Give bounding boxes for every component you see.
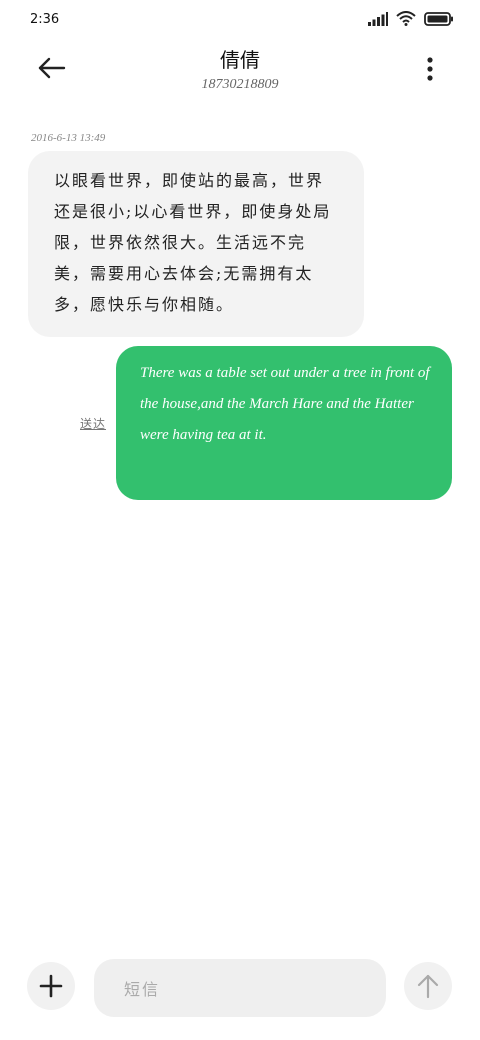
- outgoing-message-text: There was a table set out under a tree i…: [140, 365, 430, 443]
- plus-icon: [39, 974, 63, 998]
- incoming-message-text: 以眼看世界，即使站的最高，世界还是很小;以心看世界，即使身处局限，世界依然很大。…: [54, 171, 332, 314]
- back-button[interactable]: [36, 52, 68, 84]
- contact-name: 倩倩: [220, 48, 260, 72]
- contact-info: 倩倩 18730218809: [120, 44, 360, 93]
- more-vertical-icon: [427, 57, 433, 81]
- status-icons: [368, 11, 454, 26]
- contact-phone-number: 18730218809: [201, 77, 279, 92]
- status-time: 2:36: [30, 12, 60, 27]
- arrow-up-icon: [417, 974, 439, 999]
- message-input[interactable]: 短信: [94, 959, 386, 1017]
- wifi-icon: [396, 11, 416, 26]
- incoming-message-bubble[interactable]: 以眼看世界，即使站的最高，世界还是很小;以心看世界，即使身处局限，世界依然很大。…: [28, 151, 364, 337]
- delivery-status: 送达: [80, 417, 107, 431]
- conversation-header: 倩倩 18730218809: [0, 40, 480, 100]
- back-arrow-icon: [38, 57, 66, 79]
- signal-icon: [368, 11, 388, 26]
- more-options-button[interactable]: [420, 54, 440, 86]
- message-timestamp: 2016-6-13 13:49: [31, 132, 106, 144]
- message-composer: 短信: [0, 958, 480, 1018]
- status-bar: 2:36: [0, 0, 480, 40]
- battery-icon: [424, 11, 453, 26]
- send-button[interactable]: [404, 962, 452, 1010]
- message-input-placeholder: 短信: [124, 980, 161, 999]
- outgoing-message-bubble[interactable]: There was a table set out under a tree i…: [116, 346, 452, 500]
- add-attachment-button[interactable]: [27, 962, 75, 1010]
